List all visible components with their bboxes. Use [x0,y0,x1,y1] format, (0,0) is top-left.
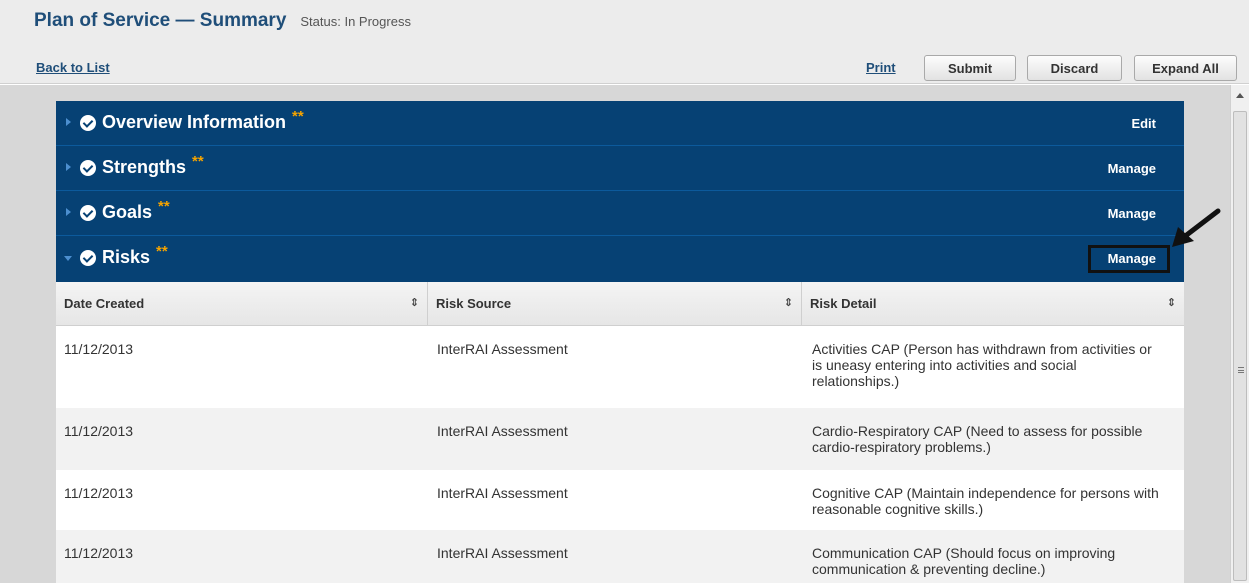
sort-icon[interactable]: ⇕ [1167,296,1176,309]
scroll-up-arrow-icon[interactable] [1236,93,1244,98]
section-title: Strengths ** [102,153,204,178]
check-circle-icon [80,115,96,131]
section-overview-information[interactable]: Overview Information ** Edit [56,101,1184,146]
collapse-arrow-icon[interactable] [64,256,72,261]
section-risks[interactable]: Risks ** Manage [56,236,1184,282]
check-circle-icon [80,205,96,221]
back-to-list-link[interactable]: Back to List [36,60,110,75]
sort-icon[interactable]: ⇕ [410,296,419,309]
expand-arrow-icon[interactable] [66,163,71,171]
print-link[interactable]: Print [866,60,896,75]
pointer-arrow-icon [1172,208,1221,247]
table-row[interactable]: 11/12/2013 InterRAI Assessment Cognitive… [56,470,1184,530]
title-row: Plan of Service — Summary Status: In Pro… [34,10,411,38]
toolbar: Back to List Print Submit Discard Expand… [0,52,1249,84]
section-title-text: Risks [102,247,151,267]
check-circle-icon [80,250,96,266]
section-title-text: Overview Information [102,112,287,132]
title-bar: Plan of Service — Summary Status: In Pro… [0,0,1249,52]
summary-panel: Overview Information ** Edit Strengths ** … [56,101,1184,583]
required-stars: ** [192,153,204,170]
vertical-scrollbar[interactable] [1230,85,1249,583]
required-stars: ** [292,108,304,125]
edit-overview-button[interactable]: Edit [1131,116,1156,131]
manage-strengths-button[interactable]: Manage [1108,161,1156,176]
cell-date: 11/12/2013 [64,423,134,439]
section-title-text: Strengths [102,157,187,177]
required-stars: ** [158,198,170,215]
risks-table-header: Date Created ⇕ Risk Source ⇕ Risk Detail… [56,282,1184,326]
discard-button[interactable]: Discard [1027,55,1122,81]
manage-risks-button[interactable]: Manage [1108,251,1156,266]
section-title-text: Goals [102,202,153,222]
expand-arrow-icon[interactable] [66,118,71,126]
section-goals[interactable]: Goals ** Manage [56,191,1184,236]
cell-detail: Communication CAP (Should focus on impro… [812,545,1116,577]
cell-source: InterRAI Assessment [437,341,568,357]
cell-detail: Cardio-Respiratory CAP (Need to assess f… [812,423,1143,455]
section-title: Goals ** [102,198,170,223]
column-header-risk-detail[interactable]: Risk Detail ⇕ [802,282,1184,326]
expand-all-button[interactable]: Expand All [1134,55,1237,81]
cell-date: 11/12/2013 [64,545,134,561]
submit-button[interactable]: Submit [924,55,1016,81]
column-header-date-created[interactable]: Date Created ⇕ [56,282,428,326]
page-title: Plan of Service — Summary [34,10,287,31]
table-row[interactable]: 11/12/2013 InterRAI Assessment Activitie… [56,326,1184,408]
scrollbar-grip-icon [1238,367,1244,373]
cell-detail: Activities CAP (Person has withdrawn fro… [812,341,1152,389]
table-row[interactable]: 11/12/2013 InterRAI Assessment Cardio-Re… [56,408,1184,470]
scrollbar-thumb[interactable] [1233,111,1247,581]
section-strengths[interactable]: Strengths ** Manage [56,146,1184,191]
manage-goals-button[interactable]: Manage [1108,206,1156,221]
column-header-risk-source[interactable]: Risk Source ⇕ [428,282,802,326]
cell-source: InterRAI Assessment [437,545,568,561]
sort-icon[interactable]: ⇕ [784,296,793,309]
content-area: Overview Information ** Edit Strengths ** … [0,85,1249,583]
check-circle-icon [80,160,96,176]
column-header-label: Date Created [64,296,145,311]
cell-detail: Cognitive CAP (Maintain independence for… [812,485,1159,517]
status-text: Status: In Progress [300,14,411,29]
cell-source: InterRAI Assessment [437,485,568,501]
required-stars: ** [156,243,168,260]
section-title: Risks ** [102,243,168,268]
cell-source: InterRAI Assessment [437,423,568,439]
section-title: Overview Information ** [102,108,304,133]
cell-date: 11/12/2013 [64,341,134,357]
expand-arrow-icon[interactable] [66,208,71,216]
table-row[interactable]: 11/12/2013 InterRAI Assessment Communica… [56,530,1184,583]
column-header-label: Risk Detail [810,296,877,311]
cell-date: 11/12/2013 [64,485,134,501]
column-header-label: Risk Source [436,296,512,311]
